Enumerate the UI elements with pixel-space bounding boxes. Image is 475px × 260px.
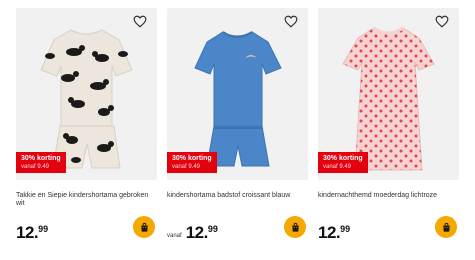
- discount-badge: 30% korting vanaf 9.49: [16, 152, 66, 173]
- was-price: vanaf 9.49: [323, 164, 352, 170]
- discount-label: 30% korting: [323, 155, 363, 162]
- price-main: 12.: [16, 223, 39, 242]
- discount-label: 30% korting: [21, 155, 61, 162]
- was-price: vanaf 9.49: [21, 164, 50, 170]
- price: 12. 99: [16, 224, 48, 244]
- was-price: vanaf 9.49: [172, 164, 201, 170]
- discount-badge: 30% korting vanaf 9.49: [167, 152, 217, 173]
- product-card[interactable]: 30% korting vanaf 9.49 Takkie en Siepie …: [16, 8, 157, 253]
- add-to-cart-button[interactable]: [284, 216, 306, 238]
- price-main: 12.: [185, 223, 209, 242]
- heart-outline-icon: [284, 15, 298, 28]
- product-title[interactable]: kindernachthemd moederdag lichtroze: [318, 192, 459, 200]
- product-image[interactable]: 30% korting vanaf 9.49: [167, 8, 308, 180]
- price-cents: 99: [38, 224, 49, 234]
- shopping-bag-icon: [291, 222, 299, 232]
- product-grid: 30% korting vanaf 9.49 Takkie en Siepie …: [0, 0, 475, 260]
- discount-badge: 30% korting vanaf 9.49: [318, 152, 368, 173]
- product-image[interactable]: 30% korting vanaf 9.49: [318, 8, 459, 180]
- heart-outline-icon: [133, 15, 147, 28]
- price-cents: 99: [207, 224, 218, 234]
- heart-outline-icon: [435, 15, 449, 28]
- product-card[interactable]: 30% korting vanaf 9.49 kindershortama ba…: [167, 8, 308, 253]
- product-image[interactable]: 30% korting vanaf 9.49: [16, 8, 157, 180]
- product-title[interactable]: Takkie en Siepie kindershortama gebroken…: [16, 192, 157, 208]
- shopping-bag-icon: [140, 222, 148, 232]
- favorite-button[interactable]: [133, 15, 151, 33]
- shopping-bag-icon: [442, 222, 450, 232]
- product-card[interactable]: 30% korting vanaf 9.49 kindernachthemd m…: [318, 8, 459, 253]
- price-prefix: vanaf: [167, 233, 182, 239]
- price-main: 12.: [318, 223, 341, 242]
- price: vanaf 12. 99: [167, 224, 218, 244]
- product-title[interactable]: kindershortama badstof croissant blauw: [167, 192, 308, 200]
- add-to-cart-button[interactable]: [133, 216, 155, 238]
- price: 12. 99: [318, 224, 350, 244]
- favorite-button[interactable]: [435, 15, 453, 33]
- discount-label: 30% korting: [172, 155, 212, 162]
- price-cents: 99: [340, 224, 351, 234]
- add-to-cart-button[interactable]: [435, 216, 457, 238]
- favorite-button[interactable]: [284, 15, 302, 33]
